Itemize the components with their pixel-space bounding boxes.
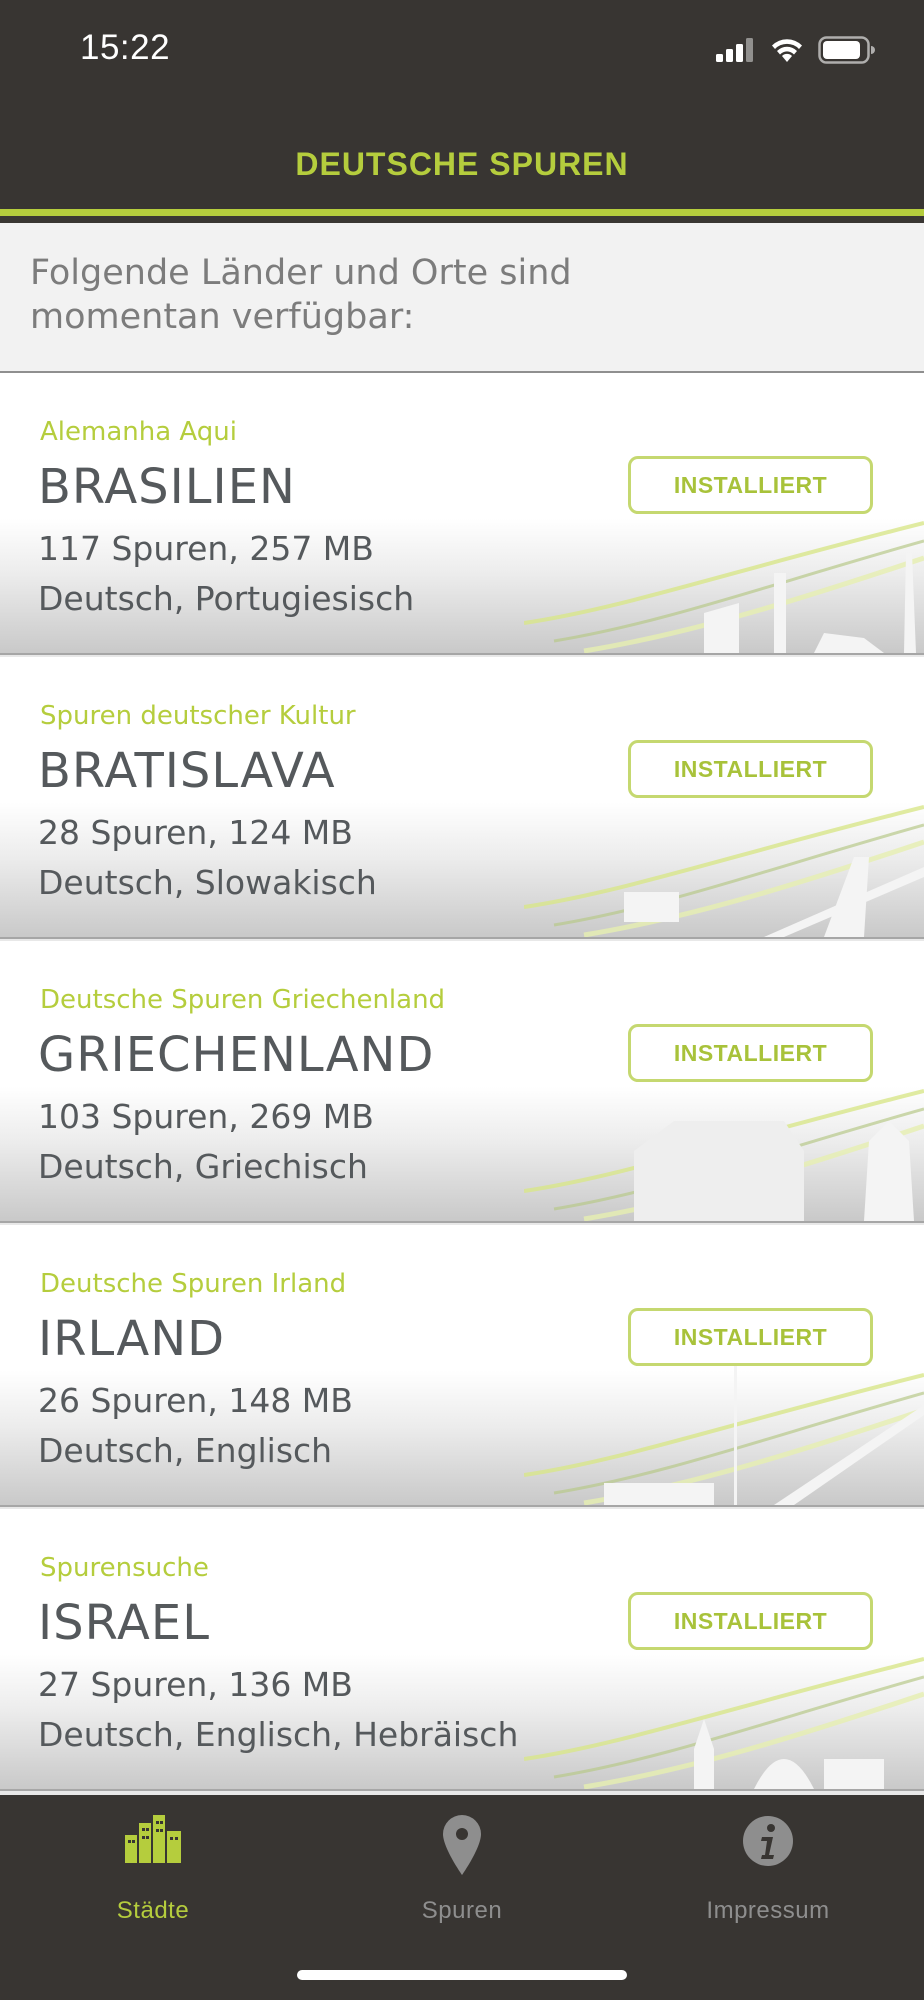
card-languages: Deutsch, Portugiesisch [38,579,415,618]
skyline-illustration [524,805,924,937]
card-info: 26 Spuren, 148 MB [38,1381,353,1420]
skyline-illustration [524,1657,924,1789]
installed-button[interactable]: INSTALLIERT [628,1592,873,1650]
status-time: 15:22 [80,28,171,67]
skyline-illustration [524,1365,924,1505]
place-card-irland[interactable]: Deutsche Spuren Irland IRLAND 26 Spuren,… [0,1225,924,1507]
card-title: IRLAND [38,1311,226,1367]
intro-text: Folgende Länder und Orte sind momentan v… [30,253,572,337]
intro-banner: Folgende Länder und Orte sind momentan v… [0,223,924,373]
status-bar: 15:22 [0,0,924,100]
battery-icon [818,36,875,64]
installed-button[interactable]: INSTALLIERT [628,1308,873,1366]
installed-button[interactable]: INSTALLIERT [628,740,873,798]
tab-spuren[interactable]: Spuren [342,1815,582,1935]
card-title: BRASILIEN [38,459,296,515]
info-icon [743,1816,793,1866]
card-title: ISRAEL [38,1595,210,1651]
place-card-bratislava[interactable]: Spuren deutscher Kultur BRATISLAVA 28 Sp… [0,657,924,939]
card-languages: Deutsch, Englisch, Hebräisch [38,1715,519,1754]
places-list[interactable]: Alemanha Aqui BRASILIEN 117 Spuren, 257 … [0,373,924,1795]
card-info: 28 Spuren, 124 MB [38,813,353,852]
tab-label: Impressum [706,1897,830,1924]
status-icons [716,34,876,66]
card-subtitle: Deutsche Spuren Irland [40,1269,347,1299]
place-card-griechenland[interactable]: Deutsche Spuren Griechenland GRIECHENLAN… [0,941,924,1223]
card-subtitle: Alemanha Aqui [40,417,237,447]
card-subtitle: Spuren deutscher Kultur [40,701,356,731]
card-info: 117 Spuren, 257 MB [38,529,374,568]
page-title: DEUTSCHE SPUREN [295,146,629,182]
card-title: BRATISLAVA [38,743,336,799]
card-languages: Deutsch, Englisch [38,1431,333,1470]
wifi-icon [772,39,802,62]
installed-button[interactable]: INSTALLIERT [628,1024,873,1082]
cellular-signal-icon [716,38,753,62]
card-languages: Deutsch, Slowakisch [38,863,377,902]
tab-label: Spuren [421,1897,503,1924]
card-subtitle: Deutsche Spuren Griechenland [40,985,446,1015]
skyline-illustration [524,521,924,653]
place-card-brasilien[interactable]: Alemanha Aqui BRASILIEN 117 Spuren, 257 … [0,373,924,655]
city-icon [125,1815,181,1863]
map-pin-icon [443,1815,481,1875]
home-indicator[interactable] [297,1970,627,1980]
card-title: GRIECHENLAND [38,1027,435,1083]
installed-button[interactable]: INSTALLIERT [628,456,873,514]
place-card-israel[interactable]: Spurensuche ISRAEL 27 Spuren, 136 MB Deu… [0,1509,924,1791]
skyline-illustration [524,1089,924,1221]
card-info: 103 Spuren, 269 MB [38,1097,374,1136]
card-info: 27 Spuren, 136 MB [38,1665,353,1704]
tab-impressum[interactable]: Impressum [648,1815,888,1935]
tab-label: Städte [116,1897,190,1924]
navigation-bar: DEUTSCHE SPUREN [0,100,924,216]
card-languages: Deutsch, Griechisch [38,1147,368,1186]
card-subtitle: Spurensuche [40,1553,209,1583]
tab-staedte[interactable]: Städte [33,1815,273,1935]
